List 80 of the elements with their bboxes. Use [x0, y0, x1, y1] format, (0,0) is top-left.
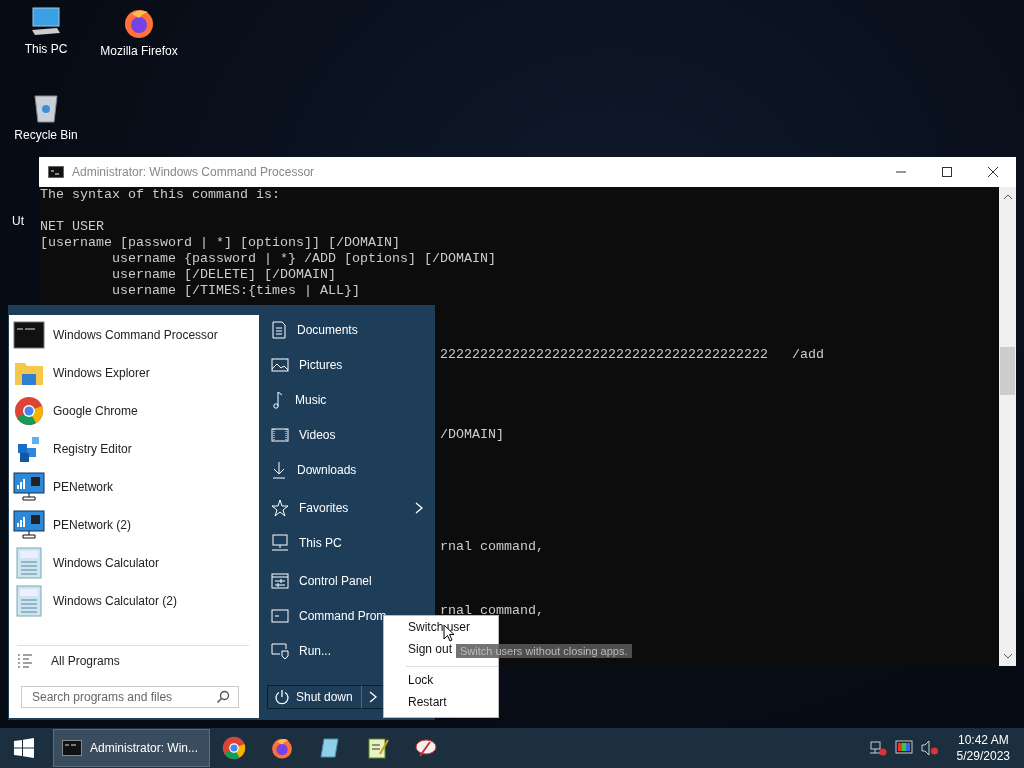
program-item[interactable]: Windows Command Processor	[9, 316, 259, 354]
scrollbar[interactable]	[999, 187, 1016, 666]
program-item[interactable]: PENetwork	[9, 468, 259, 506]
console-icon	[62, 740, 82, 756]
all-programs-item[interactable]: All Programs	[17, 645, 249, 676]
start-menu-place[interactable]: Downloads	[267, 452, 435, 487]
film-icon	[271, 427, 289, 442]
console-line: username [/DELETE] [/DOMAIN]	[112, 267, 336, 283]
list-icon	[17, 653, 33, 669]
monitor-icon[interactable]	[29, 6, 63, 38]
window-title: Administrator: Windows Command Processor	[72, 165, 315, 179]
chevron-right-icon	[368, 691, 377, 703]
menu-item[interactable]: Restart	[384, 693, 498, 715]
console-line: /DOMAIN]	[440, 427, 504, 443]
close-icon[interactable]	[987, 166, 999, 178]
download-icon	[271, 460, 287, 479]
console-line: [username [password | *] [options]] [/DOMAIN]	[40, 235, 400, 251]
scroll-down-icon[interactable]	[1002, 652, 1013, 660]
clock-date: 5/29/2023	[956, 748, 1010, 764]
start-menu-place[interactable]: Favorites	[267, 490, 435, 525]
console-line: rnal command,	[440, 603, 544, 619]
chrome-icon	[13, 396, 45, 426]
monitor-icon	[271, 533, 289, 552]
program-item[interactable]: Windows Calculator (2)	[9, 582, 259, 620]
program-item[interactable]: Windows Explorer	[9, 354, 259, 392]
desktop-icon-label[interactable]: Recycle Bin	[14, 128, 78, 142]
console-icon	[271, 608, 289, 623]
console-line: rnal command,	[440, 539, 544, 555]
start-menu-place[interactable]: Videos	[267, 417, 435, 452]
console-line: The syntax of this command is:	[40, 187, 280, 203]
chrome-icon[interactable]	[222, 736, 246, 760]
shut-down-button[interactable]: Shut down	[267, 685, 362, 709]
start-menu-place[interactable]: Documents	[267, 312, 435, 347]
pencil-page-icon[interactable]	[366, 736, 390, 760]
start-menu-place[interactable]: Control Panel	[267, 563, 435, 598]
console-icon	[48, 166, 64, 178]
start-menu-place[interactable]: Music	[267, 382, 435, 417]
start-menu-place[interactable]: Pictures	[267, 347, 435, 382]
console-line: username [/TIMES:{times | ALL}]	[112, 283, 360, 299]
desktop-icon-label[interactable]: This PC	[24, 42, 68, 56]
windows-logo-icon	[14, 738, 34, 758]
run-icon	[271, 641, 289, 660]
search-icon[interactable]	[216, 690, 230, 704]
network-monitor-icon	[13, 472, 45, 502]
clock-time: 10:42 AM	[957, 732, 1009, 748]
console-icon	[13, 321, 45, 349]
console-line: 22222222222222222222222222222222222222222 /add	[440, 347, 824, 363]
network-disconnected-icon[interactable]	[868, 740, 887, 756]
program-item[interactable]: Google Chrome	[9, 392, 259, 430]
program-item[interactable]: Windows Calculator	[9, 544, 259, 582]
recycle-bin-icon[interactable]	[32, 92, 60, 124]
menu-item[interactable]: Lock	[384, 671, 498, 693]
scrollbar-thumb[interactable]	[1000, 347, 1015, 395]
calculator-icon	[13, 547, 45, 579]
speaker-muted-icon[interactable]	[920, 740, 939, 756]
control-panel-icon	[271, 572, 289, 589]
music-note-icon	[271, 390, 285, 409]
desktop-icon-label[interactable]: Ut	[12, 214, 24, 228]
star-icon	[271, 498, 289, 517]
folder-icon	[13, 360, 45, 386]
program-item[interactable]: Registry Editor	[9, 430, 259, 468]
power-icon	[274, 689, 290, 705]
tooltip: Switch users without closing apps.	[456, 644, 632, 658]
picture-icon	[271, 357, 289, 372]
clock[interactable]: 10:42 AM 5/29/2023	[956, 732, 1010, 764]
program-item[interactable]: PENetwork (2)	[9, 506, 259, 544]
menu-item[interactable]: Switch user	[384, 618, 498, 640]
color-display-icon[interactable]	[894, 740, 913, 756]
maximize-icon[interactable]	[941, 166, 953, 178]
scroll-up-icon[interactable]	[1002, 193, 1013, 201]
search-field[interactable]: Search programs and files	[21, 686, 239, 708]
desktop-icon-label[interactable]: Mozilla Firefox	[100, 44, 178, 58]
document-icon	[271, 320, 287, 339]
network-monitor-icon	[13, 510, 45, 540]
calculator-icon	[13, 585, 45, 617]
console-line: NET USER	[40, 219, 104, 235]
start-menu-place[interactable]: This PC	[267, 525, 435, 560]
console-line: username {password | *} /ADD [options] [/DOMAIN]	[112, 251, 496, 267]
firefox-icon[interactable]	[270, 736, 294, 760]
taskbar-window-button[interactable]: Administrator: Win...	[53, 729, 210, 767]
